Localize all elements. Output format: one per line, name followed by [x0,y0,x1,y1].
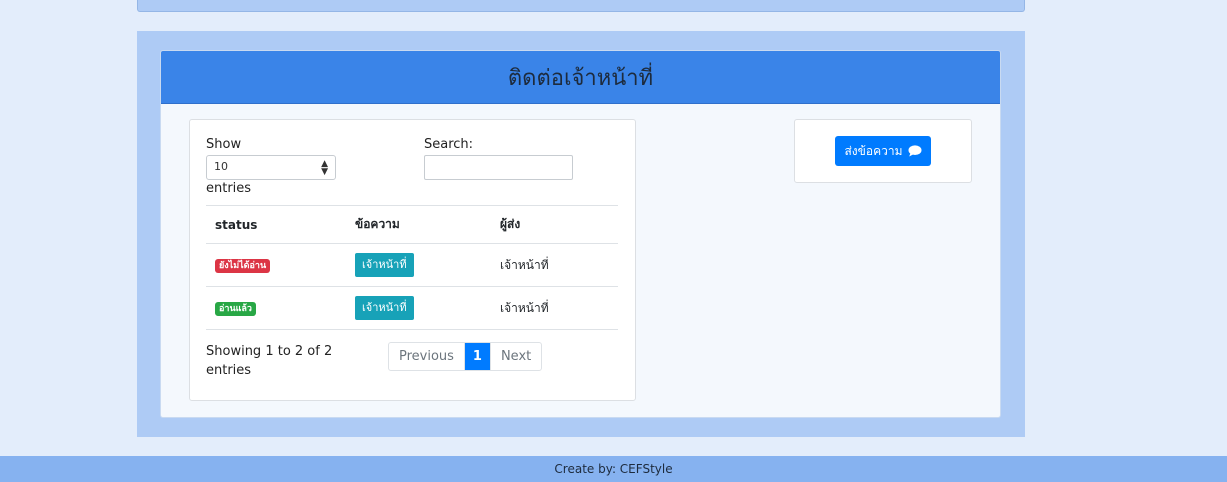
messages-table-container: Show 10 ▲ ▼ entries Search: status ข้อควา… [189,119,636,401]
footer: Create by: CEFStyle [0,456,1227,482]
status-cell: อ่านแล้ว [206,286,346,330]
send-message-box: ส่งข้อความ [794,119,972,183]
message-cell: เจ้าหน้าที่ [346,286,491,330]
table-row: อ่านแล้ว เจ้าหน้าที่ เจ้าหน้าที่ [206,286,618,330]
page-size-value: 10 [214,160,228,173]
footer-text: Create by: CEFStyle [554,462,673,476]
status-cell: ยังไม่ได้อ่าน [206,243,346,287]
messages-table: status ข้อความ ผู้ส่ง ยังไม่ได้อ่าน เจ้า… [206,205,618,330]
message-cell: เจ้าหน้าที่ [346,243,491,287]
message-button[interactable]: เจ้าหน้าที่ [355,296,414,320]
status-badge: อ่านแล้ว [215,302,256,316]
sender-cell: เจ้าหน้าที่ [491,243,618,287]
column-header-sender[interactable]: ผู้ส่ง [491,205,618,244]
page-size-select[interactable]: 10 ▲ ▼ [206,155,336,180]
contact-section: ติดต่อเจ้าหน้าที่ Show 10 ▲ ▼ entries Sea… [137,31,1025,437]
column-header-status[interactable]: status [206,205,346,244]
comment-icon [908,145,922,157]
pagination: Previous 1 Next [388,342,543,371]
column-header-message[interactable]: ข้อความ [346,205,491,244]
search-label: Search: [424,137,474,152]
previous-page-button[interactable]: Previous [389,343,465,370]
entries-label: entries [206,181,252,196]
message-button[interactable]: เจ้าหน้าที่ [355,253,414,277]
next-page-button[interactable]: Next [489,343,541,370]
contact-card: ติดต่อเจ้าหน้าที่ Show 10 ▲ ▼ entries Sea… [160,50,1001,418]
table-row: ยังไม่ได้อ่าน เจ้าหน้าที่ เจ้าหน้าที่ [206,243,618,287]
select-caret-icon: ▲ ▼ [321,159,328,177]
table-header-row: status ข้อความ ผู้ส่ง [206,205,618,244]
top-panel-edge [137,0,1025,12]
sender-cell: เจ้าหน้าที่ [491,286,618,330]
send-message-button[interactable]: ส่งข้อความ [835,136,931,166]
page-title: ติดต่อเจ้าหน้าที่ [161,51,1000,104]
status-badge: ยังไม่ได้อ่าน [215,259,271,273]
send-message-label: ส่งข้อความ [844,143,903,158]
table-info: Showing 1 to 2 of 2 entries [206,344,333,378]
search-input[interactable] [424,155,573,180]
show-label: Show [206,137,242,152]
page-1-button[interactable]: 1 [464,343,490,370]
